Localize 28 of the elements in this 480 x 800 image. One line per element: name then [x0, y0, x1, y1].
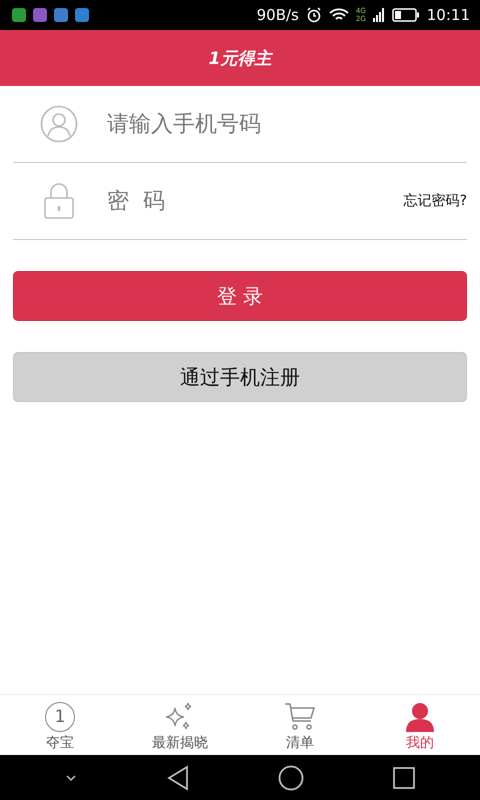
phone-input[interactable]: 请输入手机号码 [107, 104, 467, 144]
signal-icon [372, 7, 385, 23]
cart-icon [284, 702, 316, 732]
app-icon [75, 8, 89, 22]
coin-icon: 1 [45, 702, 75, 732]
alarm-icon [306, 7, 322, 23]
login-button[interactable]: 登 录 [13, 271, 467, 321]
user-icon [40, 105, 78, 143]
tab-label: 清单 [286, 734, 314, 752]
chevron-down-icon[interactable] [64, 772, 78, 782]
app-icon [54, 8, 68, 22]
app-icon [12, 8, 26, 22]
person-icon [404, 702, 436, 732]
home-icon[interactable] [278, 764, 304, 790]
tab-label: 我的 [406, 734, 434, 752]
clock-time: 10:11 [426, 6, 470, 24]
password-input[interactable]: 密 码 [107, 181, 404, 221]
battery-icon [392, 8, 420, 22]
forgot-password-link[interactable]: 忘记密码? [404, 192, 467, 210]
network-speed: 90B/s [256, 6, 299, 24]
recents-icon[interactable] [392, 766, 416, 790]
register-button[interactable]: 通过手机注册 [13, 352, 467, 402]
app-logo: 1元得主 [208, 48, 272, 70]
back-icon[interactable] [166, 764, 190, 790]
lock-icon [43, 182, 75, 220]
tab-label: 夺宝 [46, 734, 74, 752]
tab-label: 最新揭晓 [152, 734, 208, 752]
app-icon [33, 8, 47, 22]
